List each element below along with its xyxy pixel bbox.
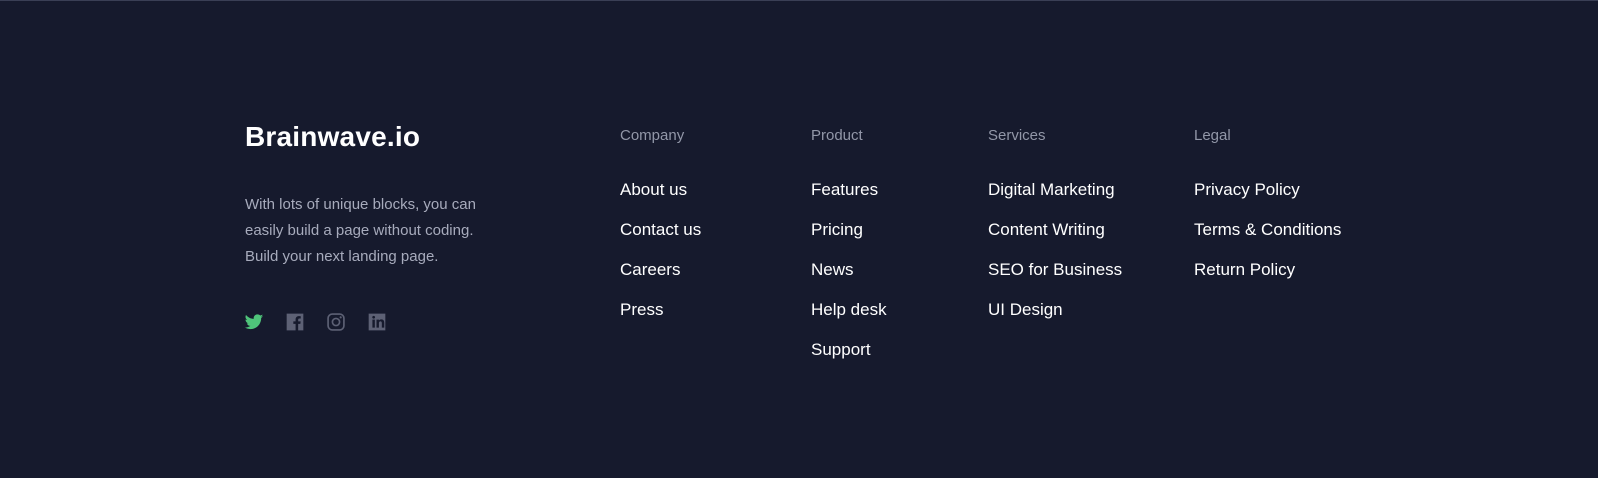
link-news[interactable]: News: [811, 260, 854, 279]
instagram-icon: [327, 313, 345, 331]
list-item: Content Writing: [988, 218, 1122, 258]
list-item: Return Policy: [1194, 258, 1341, 298]
facebook-link[interactable]: [285, 312, 305, 332]
column-heading: Product: [811, 127, 863, 144]
list-item: Careers: [620, 258, 701, 298]
list-item: Features: [811, 178, 887, 218]
link-list: Privacy Policy Terms & Conditions Return…: [1194, 178, 1341, 298]
brand-logo[interactable]: Brainwave.io: [245, 121, 420, 153]
link-digital-marketing[interactable]: Digital Marketing: [988, 180, 1115, 199]
description-line: Build your next landing page.: [245, 248, 439, 265]
link-list: Digital Marketing Content Writing SEO fo…: [988, 178, 1122, 338]
list-item: Press: [620, 298, 701, 338]
link-contact-us[interactable]: Contact us: [620, 220, 701, 239]
column-heading: Company: [620, 127, 685, 144]
list-item: Contact us: [620, 218, 701, 258]
column-heading: Services: [988, 127, 1046, 144]
list-item: SEO for Business: [988, 258, 1122, 298]
list-item: Help desk: [811, 298, 887, 338]
list-item: Support: [811, 338, 887, 378]
description-line: easily build a page without coding.: [245, 222, 474, 239]
top-divider: [0, 0, 1598, 1]
link-press[interactable]: Press: [620, 300, 663, 319]
list-item: UI Design: [988, 298, 1122, 338]
instagram-link[interactable]: [326, 312, 346, 332]
footer-column-company: Company About us Contact us Careers Pres…: [620, 126, 701, 338]
list-item: Pricing: [811, 218, 887, 258]
list-item: About us: [620, 178, 701, 218]
link-privacy-policy[interactable]: Privacy Policy: [1194, 180, 1300, 199]
link-careers[interactable]: Careers: [620, 260, 680, 279]
list-item: Terms & Conditions: [1194, 218, 1341, 258]
link-seo-for-business[interactable]: SEO for Business: [988, 260, 1122, 279]
linkedin-link[interactable]: [367, 312, 387, 332]
link-terms-conditions[interactable]: Terms & Conditions: [1194, 220, 1341, 239]
facebook-icon: [286, 313, 304, 331]
footer-column-legal: Legal Privacy Policy Terms & Conditions …: [1194, 126, 1341, 298]
link-list: Features Pricing News Help desk Support: [811, 178, 887, 378]
linkedin-icon: [368, 313, 386, 331]
link-help-desk[interactable]: Help desk: [811, 300, 887, 319]
brand-description: With lots of unique blocks, you can easi…: [245, 192, 505, 270]
footer-column-product: Product Features Pricing News Help desk …: [811, 126, 887, 378]
link-support[interactable]: Support: [811, 340, 871, 359]
column-heading: Legal: [1194, 127, 1231, 144]
link-ui-design[interactable]: UI Design: [988, 300, 1063, 319]
twitter-icon: [244, 314, 264, 330]
footer-column-services: Services Digital Marketing Content Writi…: [988, 126, 1122, 338]
link-return-policy[interactable]: Return Policy: [1194, 260, 1295, 279]
link-features[interactable]: Features: [811, 180, 878, 199]
list-item: Privacy Policy: [1194, 178, 1341, 218]
description-line: With lots of unique blocks, you can: [245, 196, 476, 213]
twitter-link[interactable]: [244, 312, 264, 332]
social-links: [244, 312, 408, 332]
list-item: Digital Marketing: [988, 178, 1122, 218]
list-item: News: [811, 258, 887, 298]
link-pricing[interactable]: Pricing: [811, 220, 863, 239]
link-list: About us Contact us Careers Press: [620, 178, 701, 338]
link-content-writing[interactable]: Content Writing: [988, 220, 1105, 239]
link-about-us[interactable]: About us: [620, 180, 687, 199]
